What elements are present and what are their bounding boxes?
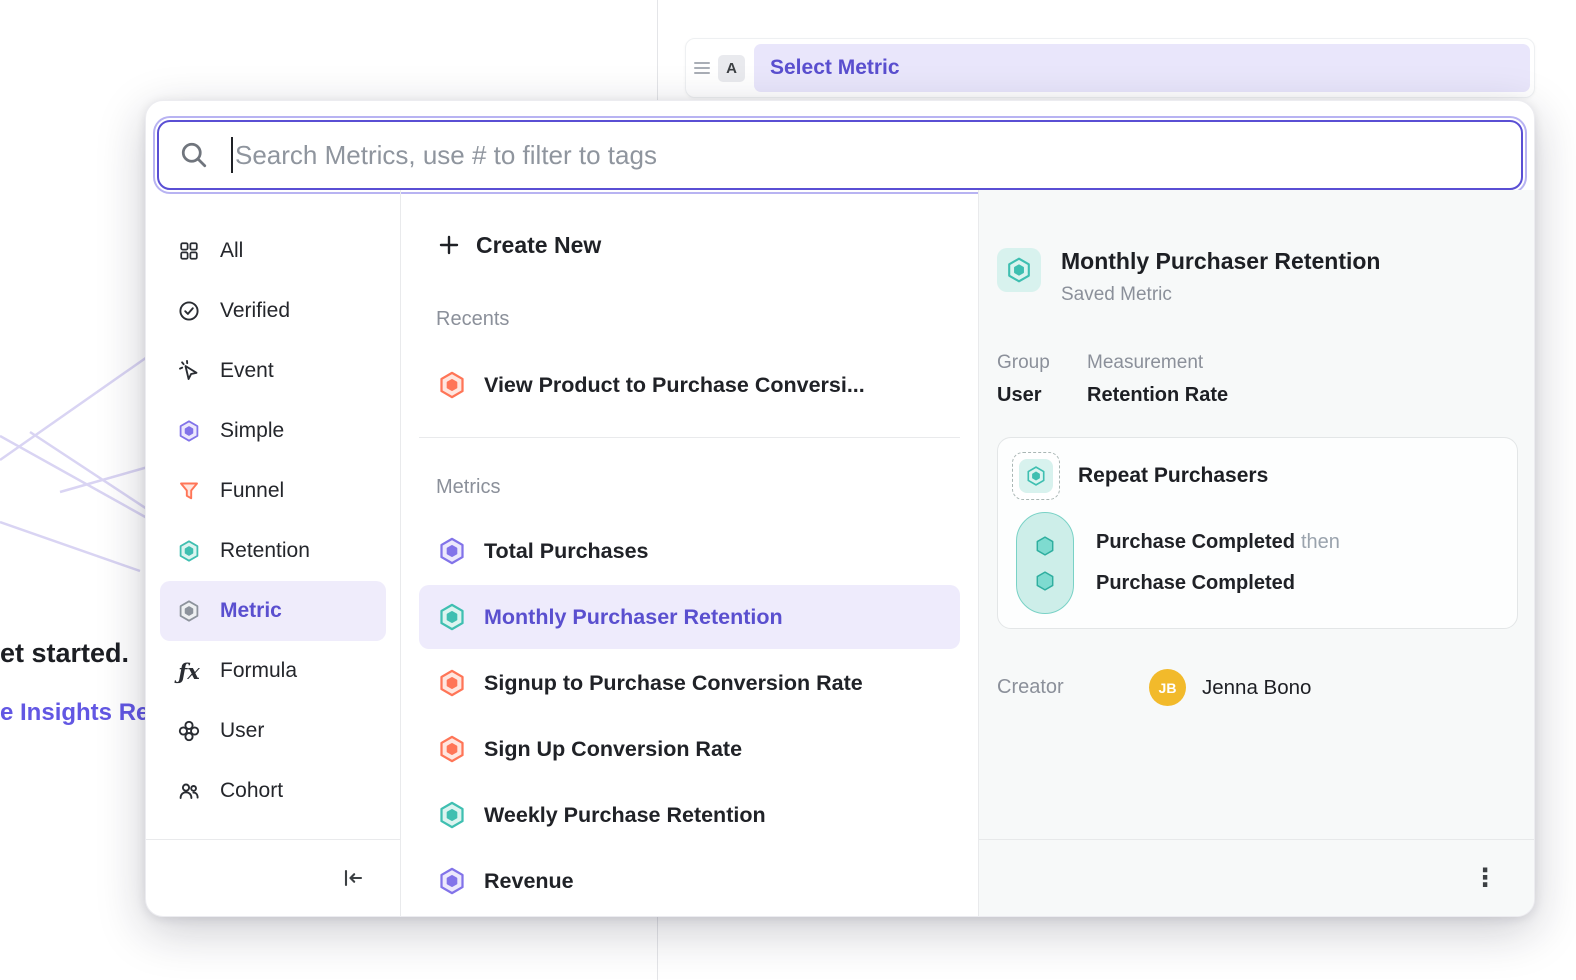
step-hexagon-icon bbox=[1034, 570, 1056, 592]
grid-icon bbox=[176, 238, 202, 264]
recent-metric-row[interactable]: View Product to Purchase Conversi... bbox=[419, 353, 960, 417]
clipped-heading-text: et started. bbox=[0, 638, 129, 669]
step-1: Purchase Completedthen bbox=[1096, 531, 1340, 554]
sidebar-item-label: Formula bbox=[220, 659, 297, 683]
flower-icon bbox=[176, 718, 202, 744]
creator-label: Creator bbox=[997, 676, 1149, 699]
query-builder-row: A Select Metric bbox=[685, 38, 1535, 98]
plus-icon bbox=[437, 233, 461, 257]
people-icon bbox=[176, 778, 202, 804]
metric-row-revenue[interactable]: Revenue bbox=[419, 849, 960, 913]
group-value: User bbox=[997, 384, 1087, 407]
metric-row-weekly-purchase-retention[interactable]: Weekly Purchase Retention bbox=[419, 783, 960, 847]
filter-sidebar: All Verified Event bbox=[146, 190, 401, 916]
metric-row-label: Signup to Purchase Conversion Rate bbox=[484, 671, 863, 696]
search-input[interactable] bbox=[235, 140, 1501, 171]
sidebar-item-user[interactable]: User bbox=[160, 701, 386, 761]
sidebar-item-label: Verified bbox=[220, 299, 290, 323]
funnel-icon bbox=[176, 478, 202, 504]
step-2: Purchase Completed bbox=[1096, 572, 1340, 595]
measurement-value: Retention Rate bbox=[1087, 384, 1228, 407]
detail-title: Monthly Purchaser Retention bbox=[1061, 248, 1380, 275]
sidebar-item-label: Funnel bbox=[220, 479, 284, 503]
sidebar-item-funnel[interactable]: Funnel bbox=[160, 461, 386, 521]
metric-row-label: View Product to Purchase Conversi... bbox=[484, 373, 865, 398]
metric-picker-modal: All Verified Event bbox=[145, 100, 1535, 917]
saved-metric-icon bbox=[997, 248, 1041, 292]
metric-hexagon-icon bbox=[437, 866, 467, 896]
detail-footer: ⋮ bbox=[979, 839, 1535, 916]
metric-detail-panel: Monthly Purchaser Retention Saved Metric… bbox=[979, 190, 1535, 916]
creator-name: Jenna Bono bbox=[1202, 676, 1311, 700]
verified-badge-icon bbox=[176, 298, 202, 324]
then-connector: then bbox=[1301, 531, 1340, 553]
drag-handle-icon[interactable] bbox=[694, 62, 710, 74]
sidebar-item-label: Metric bbox=[220, 599, 282, 623]
metric-row-label: Weekly Purchase Retention bbox=[484, 803, 766, 828]
search-icon bbox=[179, 140, 209, 170]
metric-letter-badge[interactable]: A bbox=[718, 55, 745, 82]
creator-row: Creator JB Jenna Bono bbox=[997, 669, 1518, 706]
metric-search-bar[interactable] bbox=[157, 120, 1523, 190]
metric-row-label: Sign Up Conversion Rate bbox=[484, 737, 742, 762]
metric-row-label: Total Purchases bbox=[484, 539, 649, 564]
creator-avatar: JB bbox=[1149, 669, 1186, 706]
hexagon-gray-icon bbox=[176, 598, 202, 624]
sidebar-footer bbox=[146, 839, 400, 916]
metric-row-signup-to-purchase-conversion-rate[interactable]: Signup to Purchase Conversion Rate bbox=[419, 651, 960, 715]
select-metric-label: Select Metric bbox=[770, 56, 900, 80]
sidebar-item-retention[interactable]: Retention bbox=[160, 521, 386, 581]
recents-header: Recents bbox=[419, 308, 960, 331]
detail-meta: Group User Measurement Retention Rate bbox=[997, 352, 1518, 407]
metrics-header: Metrics bbox=[419, 476, 960, 499]
sidebar-item-metric[interactable]: Metric bbox=[160, 581, 386, 641]
sidebar-item-formula[interactable]: ƒx Formula bbox=[160, 641, 386, 701]
metric-hexagon-icon bbox=[437, 602, 467, 632]
detail-header: Monthly Purchaser Retention Saved Metric bbox=[997, 190, 1518, 306]
sidebar-item-label: All bbox=[220, 239, 243, 263]
metric-row-label: Monthly Purchaser Retention bbox=[484, 605, 783, 630]
card-title: Repeat Purchasers bbox=[1078, 464, 1268, 488]
metric-results-list: Create New Recents View Product to Purch… bbox=[401, 190, 979, 916]
group-label: Group bbox=[997, 352, 1087, 374]
collapse-sidebar-icon[interactable] bbox=[336, 861, 370, 895]
metric-row-label: Revenue bbox=[484, 869, 574, 894]
formula-fx-icon: ƒx bbox=[176, 658, 202, 684]
sidebar-item-label: Cohort bbox=[220, 779, 283, 803]
sidebar-item-event[interactable]: Event bbox=[160, 341, 386, 401]
sidebar-item-label: Retention bbox=[220, 539, 310, 563]
sidebar-item-label: Simple bbox=[220, 419, 284, 443]
sidebar-item-verified[interactable]: Verified bbox=[160, 281, 386, 341]
more-options-icon[interactable]: ⋮ bbox=[1470, 866, 1500, 891]
metric-hexagon-icon bbox=[437, 800, 467, 830]
hexagon-purple-icon bbox=[176, 418, 202, 444]
metric-row-total-purchases[interactable]: Total Purchases bbox=[419, 519, 960, 583]
results-divider bbox=[419, 437, 960, 438]
cursor-click-icon bbox=[176, 358, 202, 384]
metric-row-monthly-purchaser-retention[interactable]: Monthly Purchaser Retention bbox=[419, 585, 960, 649]
metric-hexagon-icon bbox=[437, 370, 467, 400]
metric-row-sign-up-conversion-rate[interactable]: Sign Up Conversion Rate bbox=[419, 717, 960, 781]
sidebar-item-label: Event bbox=[220, 359, 274, 383]
step-hexagon-icon bbox=[1034, 535, 1056, 557]
sidebar-item-all[interactable]: All bbox=[160, 221, 386, 281]
create-new-button[interactable]: Create New bbox=[419, 230, 960, 260]
metric-definition-card: Repeat Purchasers Purchase Completedthen… bbox=[997, 437, 1518, 629]
sidebar-item-simple[interactable]: Simple bbox=[160, 401, 386, 461]
metric-hexagon-icon bbox=[437, 668, 467, 698]
metric-hexagon-icon bbox=[437, 536, 467, 566]
detail-subtitle: Saved Metric bbox=[1061, 284, 1380, 306]
metric-hexagon-icon bbox=[437, 734, 467, 764]
text-caret bbox=[231, 137, 233, 173]
measurement-label: Measurement bbox=[1087, 352, 1228, 374]
create-new-label: Create New bbox=[476, 232, 601, 259]
dashed-metric-icon bbox=[1012, 452, 1060, 500]
retention-steps-capsule bbox=[1016, 512, 1074, 614]
sidebar-item-label: User bbox=[220, 719, 264, 743]
sidebar-item-cohort[interactable]: Cohort bbox=[160, 761, 386, 821]
clipped-link-text[interactable]: e Insights Re bbox=[0, 699, 149, 727]
hexagon-teal-icon bbox=[176, 538, 202, 564]
select-metric-field[interactable]: Select Metric bbox=[754, 44, 1530, 92]
